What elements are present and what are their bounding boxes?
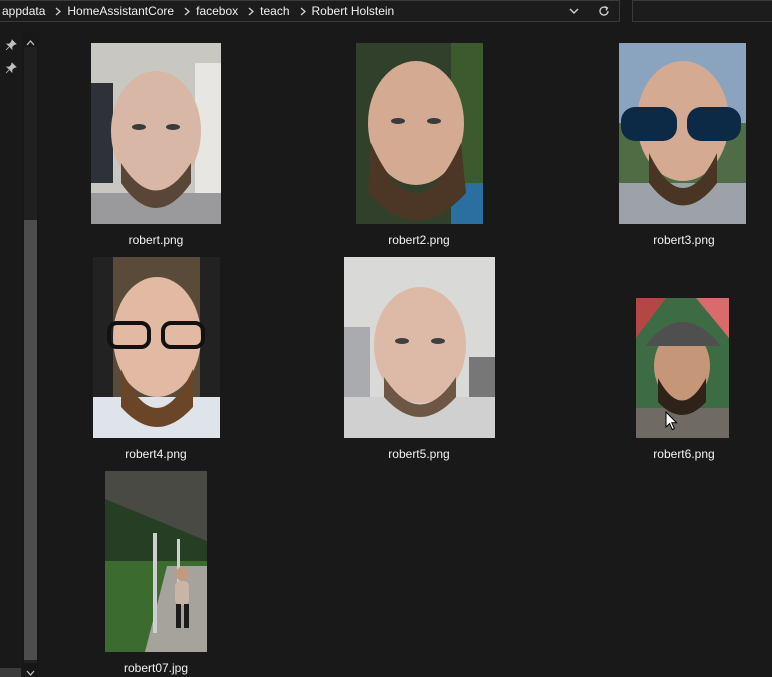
image-thumbnail[interactable] xyxy=(93,257,220,438)
navigation-pane xyxy=(0,22,22,677)
chevron-right-icon[interactable] xyxy=(181,7,194,16)
chevron-down-icon[interactable] xyxy=(25,665,36,676)
file-name: robert.png xyxy=(128,233,184,247)
image-thumbnail[interactable] xyxy=(344,257,495,438)
chevron-right-icon[interactable] xyxy=(297,7,310,16)
file-name: robert5.png xyxy=(388,447,450,461)
chevron-right-icon[interactable] xyxy=(52,7,65,16)
file-name: robert6.png xyxy=(653,447,715,461)
file-name: robert3.png xyxy=(653,233,715,247)
file-name: robert07.jpg xyxy=(123,661,189,675)
refresh-icon[interactable] xyxy=(596,3,612,19)
breadcrumb-teach[interactable]: teach xyxy=(258,4,296,18)
chevron-up-icon[interactable] xyxy=(25,35,36,46)
pin-icon[interactable] xyxy=(5,38,17,51)
file-explorer-window: appdata HomeAssistantCore facebox teach … xyxy=(0,0,772,677)
image-thumbnail[interactable] xyxy=(105,471,207,652)
breadcrumb-appdata[interactable]: appdata xyxy=(0,4,52,18)
image-thumbnail[interactable] xyxy=(636,298,729,438)
chevron-down-icon[interactable] xyxy=(566,4,582,18)
scrollbar-thumb[interactable] xyxy=(24,220,37,660)
navigation-item[interactable] xyxy=(0,668,21,677)
breadcrumb-homeassistantcore[interactable]: HomeAssistantCore xyxy=(65,4,181,18)
search-input[interactable] xyxy=(632,0,772,22)
pin-icon[interactable] xyxy=(5,61,17,74)
image-thumbnail[interactable] xyxy=(91,43,221,224)
image-thumbnail[interactable] xyxy=(356,43,483,224)
mouse-cursor-icon xyxy=(665,411,678,431)
address-bar[interactable]: appdata HomeAssistantCore facebox teach … xyxy=(0,0,620,22)
image-thumbnail[interactable] xyxy=(619,43,746,224)
file-name: robert2.png xyxy=(388,233,450,247)
breadcrumb-facebox[interactable]: facebox xyxy=(194,4,245,18)
file-name: robert4.png xyxy=(125,447,187,461)
breadcrumb-robert-holstein[interactable]: Robert Holstein xyxy=(310,4,402,18)
chevron-right-icon[interactable] xyxy=(245,7,258,16)
toolbar: appdata HomeAssistantCore facebox teach … xyxy=(0,0,772,22)
navigation-scrollbar[interactable] xyxy=(22,33,39,677)
